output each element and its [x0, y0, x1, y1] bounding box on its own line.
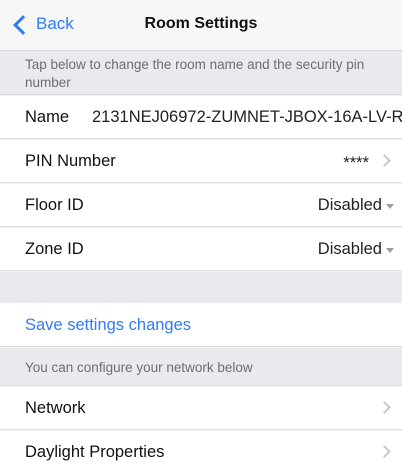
room-section-header: Tap below to change the room name and th… [0, 51, 402, 95]
zone-id-select[interactable]: Disabled [318, 240, 382, 259]
room-name-row[interactable]: Name 2131NEJ06972-ZUMNET-JBOX-16A-LV-Ro [0, 96, 402, 139]
caret-down-icon [386, 248, 394, 253]
room-name-value[interactable]: 2131NEJ06972-ZUMNET-JBOX-16A-LV-Ro [92, 108, 402, 127]
floor-id-label: Floor ID [25, 196, 84, 214]
zone-id-label: Zone ID [25, 240, 84, 258]
room-section-header-text: Tap below to change the room name and th… [25, 57, 365, 90]
section-spacer [0, 272, 402, 304]
chevron-right-icon [378, 401, 391, 414]
daylight-properties-label: Daylight Properties [25, 443, 165, 461]
room-name-label: Name [25, 108, 70, 126]
daylight-properties-row[interactable]: Daylight Properties [0, 431, 402, 474]
caret-down-icon [386, 204, 394, 209]
save-settings-button[interactable]: Save settings changes [25, 316, 191, 335]
page-title: Room Settings [144, 15, 258, 32]
chevron-right-icon [378, 445, 391, 458]
navigation-bar: Back Room Settings [0, 0, 402, 51]
zone-id-row[interactable]: Zone ID Disabled [0, 228, 402, 271]
chevron-right-icon [378, 154, 391, 167]
network-section-header-text: You can configure your network below [25, 360, 253, 375]
floor-id-row[interactable]: Floor ID Disabled [0, 184, 402, 227]
network-section-header: You can configure your network below [0, 348, 402, 386]
floor-id-select[interactable]: Disabled [318, 196, 382, 215]
pin-number-value: **** [343, 154, 369, 172]
network-row[interactable]: Network [0, 387, 402, 430]
save-settings-row[interactable]: Save settings changes [0, 303, 402, 347]
pin-number-row[interactable]: PIN Number **** [0, 140, 402, 183]
network-label: Network [25, 399, 86, 417]
pin-number-label: PIN Number [25, 152, 116, 170]
